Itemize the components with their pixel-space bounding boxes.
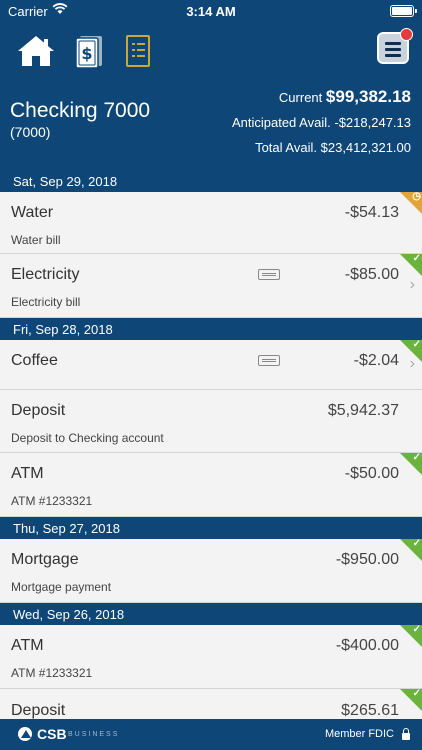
home-icon[interactable] [16,34,56,68]
transaction-amount: -$950.00 [335,551,399,568]
transaction-title: Coffee [11,352,58,369]
bank-brand-sub: BUSINESS [68,731,120,738]
member-fdic-label: Member FDIC [324,728,394,740]
transaction-amount: -$2.04 [353,352,399,369]
transaction-amount: -$85.00 [344,266,399,283]
total-balance-label: Total Avail. [255,140,317,155]
transaction-title: ATM [11,637,44,654]
transaction-row[interactable]: Electricity -$85.00 › Electricity bill ✓ [0,254,422,318]
transaction-row[interactable]: Coffee -$2.04 › ✓ [0,340,422,390]
transaction-title: Water [11,204,54,221]
receipt-icon[interactable] [258,355,280,366]
transaction-title: Deposit [11,402,66,419]
current-balance-label: Current [278,90,323,105]
svg-text:$: $ [81,44,92,63]
transaction-amount: -$54.13 [344,204,399,221]
transaction-row[interactable]: ATM -$400.00 ATM #1233321 ✓ [0,625,422,689]
bank-logo-icon [18,727,32,741]
clock: 3:14 AM [186,4,236,19]
date-header: Fri, Sep 28, 2018 [0,318,422,340]
check-icon: ✓ [412,625,421,635]
transaction-title: ATM [11,465,44,482]
transaction-row[interactable]: Mortgage -$950.00 Mortgage payment ✓ [0,539,422,603]
transaction-title: Mortgage [11,551,79,568]
check-icon: ✓ [412,539,421,549]
footer-bar: CSB BUSINESS Member FDIC [0,719,422,750]
money-icon[interactable]: $ [72,34,104,70]
menu-icon [385,42,401,60]
account-name: Checking 7000 [10,99,151,122]
current-balance: Current $99,382.18 [279,87,411,107]
transaction-amount: $265.61 [341,702,399,719]
receipt-icon[interactable] [258,269,280,280]
transaction-title: Deposit [11,702,66,719]
transaction-title: Electricity [11,266,80,283]
total-balance: Total Avail. $23,412,321.00 [255,140,411,155]
account-number: (7000) [10,124,51,140]
check-icon: ✓ [412,689,421,699]
transaction-description: Deposit to Checking account [11,431,164,445]
menu-button[interactable] [377,28,413,64]
current-balance-value: $99,382.18 [325,87,411,106]
lock-icon [402,728,410,740]
transaction-amount: -$50.00 [344,465,399,482]
notification-badge [400,28,413,41]
account-header: Carrier 3:14 AM $ Checking 7000 (7000) C… [0,0,422,170]
bank-brand: CSB [37,726,67,742]
total-balance-value: $23,412,321.00 [320,140,411,155]
transaction-description: Water bill [11,233,61,247]
anticipated-balance: Anticipated Avail. -$218,247.13 [232,115,411,130]
transaction-amount: -$400.00 [335,637,399,654]
transaction-description: Electricity bill [11,295,81,309]
chevron-right-icon: › [409,276,415,293]
clock-icon: ◷ [412,192,421,202]
check-icon: ✓ [412,340,421,350]
anticipated-balance-label: Anticipated Avail. [231,115,331,130]
transaction-row[interactable]: ATM -$50.00 ATM #1233321 ✓ [0,453,422,517]
battery-icon [390,5,417,17]
transaction-description: Mortgage payment [11,580,112,594]
status-bar: Carrier 3:14 AM [0,0,422,22]
date-header: Thu, Sep 27, 2018 [0,517,422,539]
transaction-amount: $5,942.37 [327,402,399,419]
transaction-row[interactable]: Deposit $265.61 ✓ [0,689,422,719]
transaction-description: ATM #1233321 [11,666,93,680]
check-icon: ✓ [412,254,421,264]
statement-icon[interactable] [124,34,152,68]
transaction-row[interactable]: Deposit $5,942.37 Deposit to Checking ac… [0,390,422,453]
anticipated-balance-value: -$218,247.13 [334,115,411,130]
transaction-row[interactable]: Water -$54.13 Water bill ◷ [0,192,422,254]
date-header: Wed, Sep 26, 2018 [0,603,422,625]
check-icon: ✓ [412,453,421,463]
date-header: Sat, Sep 29, 2018 [0,170,422,192]
transaction-description: ATM #1233321 [11,494,93,508]
